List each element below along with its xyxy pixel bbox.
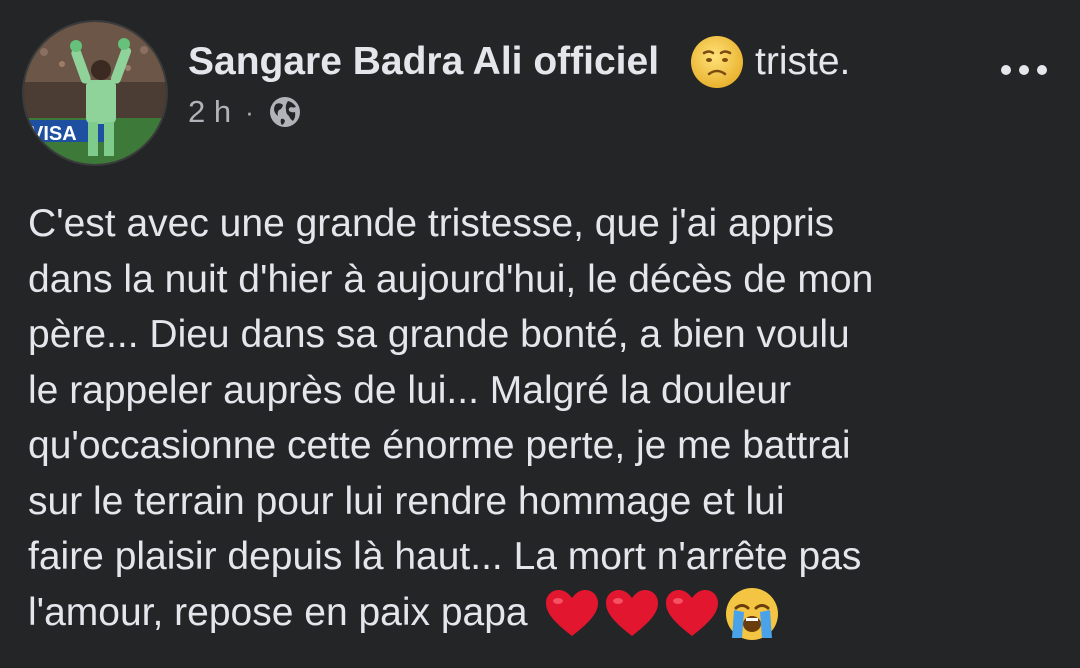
more-options-button[interactable] [996, 50, 1056, 86]
post-body-last-line: l'amour, repose en paix papa [28, 585, 1068, 641]
post-body-line: sur le terrain pour lui rendre hommage e… [28, 479, 785, 523]
post-timestamp[interactable]: 2 h [188, 94, 231, 130]
author-line: Sangare Badra Ali officiel triste. [188, 32, 850, 92]
meta-separator: · [245, 96, 254, 127]
red-heart-emoji-icon [605, 590, 658, 637]
avatar-photo: VISA [24, 22, 166, 164]
author-avatar[interactable]: VISA [24, 22, 166, 164]
post-body-line: dans la nuit d'hier à aujourd'hui, le dé… [28, 257, 874, 301]
post-body: C'est avec une grande tristesse, que j'a… [28, 196, 1068, 641]
post-meta: 2 h · [188, 90, 302, 134]
post-body-line: faire plaisir depuis là haut... La mort … [28, 535, 862, 578]
sad-face-emoji-icon [689, 34, 745, 90]
red-heart-emoji-icon [665, 590, 718, 637]
author-name[interactable]: Sangare Badra Ali officiel [188, 40, 659, 84]
post-body-line: père... Dieu dans sa grande bonté, a bie… [28, 313, 850, 356]
red-heart-emoji-icon [545, 590, 598, 637]
more-options-icon [1001, 65, 1047, 75]
feeling-text: triste. [755, 40, 851, 83]
globe-icon[interactable] [268, 95, 302, 129]
loudly-crying-face-emoji-icon [725, 588, 778, 641]
post-body-line: l'amour, repose en paix papa [28, 590, 528, 634]
emoji-row [544, 586, 780, 642]
facebook-post: VISA Sangare Badra Ali officiel triste. … [0, 0, 1080, 668]
post-body-line: qu'occasionne cette énorme perte, je me … [28, 424, 851, 467]
post-body-line: C'est avec une grande tristesse, que j'a… [28, 202, 835, 245]
svg-text:VISA: VISA [30, 123, 77, 145]
post-body-line: le rappeler auprès de lui... Malgré la d… [28, 368, 792, 412]
